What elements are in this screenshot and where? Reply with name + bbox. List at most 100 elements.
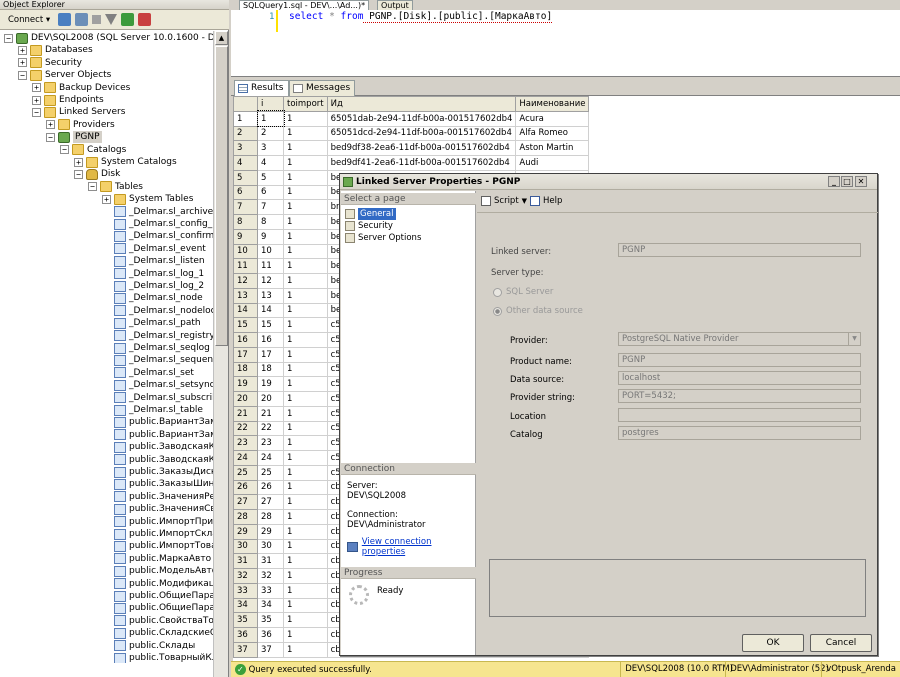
row-number[interactable]: 9 <box>233 228 258 245</box>
tree-node[interactable]: public.ЗаводскаяКом <box>102 441 213 453</box>
row-number[interactable]: 4 <box>233 155 258 171</box>
table-cell[interactable]: 14 <box>257 302 284 319</box>
connect-button[interactable]: Connect ▾ <box>4 14 54 26</box>
row-number[interactable]: 23 <box>233 435 258 451</box>
disconnect-icon[interactable] <box>75 13 89 26</box>
table-cell[interactable]: 11 <box>257 258 284 274</box>
tab-results[interactable]: Results <box>234 80 289 96</box>
tree-node[interactable]: public.МаркаАвто <box>102 553 211 565</box>
row-number[interactable]: 36 <box>233 627 258 643</box>
row-number[interactable]: 29 <box>233 523 258 540</box>
table-cell[interactable]: Aston Martin <box>515 140 590 156</box>
refresh-icon[interactable] <box>121 13 135 26</box>
table-cell[interactable]: 1 <box>256 110 285 127</box>
table-cell[interactable]: 10 <box>257 243 284 260</box>
column-header[interactable]: Наименование <box>515 96 590 112</box>
collapse-icon[interactable]: − <box>46 132 55 142</box>
product-name-field[interactable]: PGNP <box>618 353 861 367</box>
table-cell[interactable]: 1 <box>283 509 328 525</box>
location-field[interactable] <box>618 408 861 422</box>
row-number[interactable]: 8 <box>233 214 258 230</box>
row-number[interactable]: 30 <box>233 538 258 555</box>
row-number[interactable]: 19 <box>233 376 258 392</box>
tree-node[interactable]: public.ВариантЗамен <box>102 429 213 441</box>
table-cell[interactable]: 1 <box>283 523 328 540</box>
script-button[interactable]: Script ▼ <box>481 196 527 206</box>
expand-icon[interactable]: + <box>18 58 27 68</box>
tree-node[interactable]: public.ЗначенияСвой <box>102 503 213 515</box>
tree-node[interactable]: public.СвойстваТова <box>102 615 213 627</box>
tree-node[interactable]: _Delmar.sl_log_2 <box>102 280 204 292</box>
table-cell[interactable]: 16 <box>257 332 284 348</box>
table-row[interactable]: 3 3 1 bed9df38-2ea6-11df-b00a-001517602db4 A… <box>233 140 590 156</box>
row-number[interactable]: 28 <box>233 509 258 525</box>
minimize-icon[interactable]: _ <box>828 176 840 187</box>
table-cell[interactable]: 1 <box>283 597 328 614</box>
table-cell[interactable]: 65051dcd-2e94-11df-b00a-001517602db4 <box>326 125 517 142</box>
table-cell[interactable]: 1 <box>283 391 328 407</box>
row-number[interactable]: 16 <box>233 332 258 348</box>
tree-node[interactable]: − DEV\SQL2008 (SQL Server 10.0.1600 - DEV… <box>4 32 213 44</box>
table-cell[interactable]: 12 <box>257 273 284 289</box>
table-cell[interactable]: 1 <box>283 317 328 333</box>
table-cell[interactable]: 1 <box>283 169 328 186</box>
table-cell[interactable]: 1 <box>283 405 328 422</box>
expand-icon[interactable]: + <box>74 157 83 167</box>
tree-node[interactable]: public.ЗаказыДисков <box>102 466 213 478</box>
table-cell[interactable]: 3 <box>257 140 284 156</box>
table-cell[interactable]: 1 <box>283 420 328 437</box>
row-number[interactable]: 20 <box>233 391 258 407</box>
row-number[interactable]: 22 <box>233 420 258 437</box>
table-cell[interactable]: 33 <box>257 582 284 599</box>
column-header[interactable]: toimport <box>283 96 328 112</box>
collapse-icon[interactable]: − <box>74 169 83 179</box>
table-cell[interactable]: 1 <box>283 273 328 289</box>
table-cell[interactable]: 1 <box>283 302 328 319</box>
tree-node[interactable]: − Linked Servers <box>32 106 125 118</box>
table-cell[interactable]: 22 <box>257 420 284 437</box>
row-number[interactable]: 1 <box>233 110 258 127</box>
table-cell[interactable]: 36 <box>257 627 284 643</box>
table-cell[interactable]: 1 <box>283 538 328 555</box>
table-cell[interactable]: 20 <box>257 391 284 407</box>
table-cell[interactable]: 30 <box>257 538 284 555</box>
row-number[interactable]: 25 <box>233 464 258 481</box>
table-cell[interactable]: bed9df38-2ea6-11df-b00a-001517602db4 <box>326 140 517 156</box>
table-cell[interactable]: 1 <box>283 627 328 643</box>
tab-output[interactable]: Output <box>377 0 413 10</box>
tree-node[interactable]: public.ИмпортТовар <box>102 540 213 552</box>
collapse-icon[interactable]: − <box>4 33 13 43</box>
table-row[interactable]: 4 4 1 bed9df41-2ea6-11df-b00a-001517602db4 A… <box>233 155 590 171</box>
table-cell[interactable]: 1 <box>283 184 328 201</box>
table-cell[interactable]: 1 <box>283 553 328 569</box>
scroll-up-icon[interactable]: ▲ <box>215 31 228 45</box>
tree-node[interactable]: public.СкладскиеОс <box>102 627 213 639</box>
view-connection-properties-link[interactable]: View connection properties <box>347 537 475 557</box>
row-number[interactable]: 37 <box>233 641 258 658</box>
tree-node[interactable]: public.ЗначенияРекв <box>102 491 213 503</box>
sql-code-line[interactable]: select * from PGNP.[Disk].[public].[Марк… <box>289 11 553 23</box>
connect-server-icon[interactable] <box>58 13 72 26</box>
tab-messages[interactable]: Messages <box>289 80 356 96</box>
table-cell[interactable]: 1 <box>283 435 328 451</box>
table-cell[interactable]: 1 <box>283 464 328 481</box>
row-number[interactable]: 3 <box>233 140 258 156</box>
row-number[interactable]: 27 <box>233 494 258 510</box>
table-cell[interactable]: 19 <box>257 376 284 392</box>
cancel-button[interactable]: Cancel <box>810 634 872 652</box>
table-cell[interactable]: 15 <box>257 317 284 333</box>
table-cell[interactable]: 26 <box>257 479 284 496</box>
row-number[interactable]: 5 <box>233 169 258 186</box>
tree-node[interactable]: public.ИмпортСклад <box>102 528 213 540</box>
tree-node[interactable]: _Delmar.sl_event <box>102 243 206 255</box>
row-number[interactable]: 32 <box>233 568 258 584</box>
row-number[interactable]: 24 <box>233 450 258 466</box>
tree-node[interactable]: public.МодельАвто <box>102 565 213 577</box>
table-cell[interactable]: 37 <box>257 641 284 658</box>
row-number[interactable]: 15 <box>233 317 258 333</box>
table-cell[interactable]: 2 <box>257 125 284 142</box>
tree-node[interactable]: + Backup Devices <box>32 82 130 94</box>
table-cell[interactable]: 1 <box>283 346 328 363</box>
collapse-icon[interactable]: − <box>60 145 69 155</box>
table-cell[interactable]: 1 <box>283 376 328 392</box>
